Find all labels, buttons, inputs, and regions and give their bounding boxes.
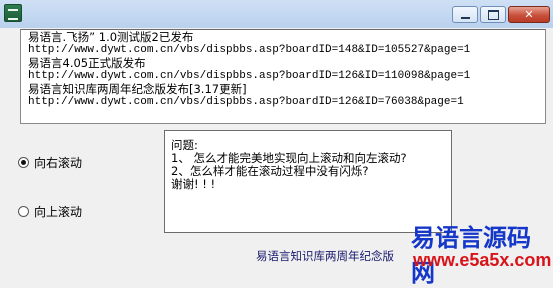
close-button[interactable]: ✕: [508, 6, 550, 23]
maximize-button[interactable]: [480, 6, 506, 23]
question-textbox[interactable]: 问题: 1、 怎么才能完美地实现向上滚动和向左滚动? 2、怎么样才能在滚动过程中…: [164, 130, 452, 233]
client-area: 易语言.飞扬” 1.0测试版2已发布 http://www.dywt.com.c…: [8, 29, 551, 287]
watermark-site-url: www.e5a5x.com: [413, 250, 552, 270]
radio-checked-icon: [18, 157, 29, 168]
scroll-right-radio[interactable]: 向右滚动: [18, 154, 82, 171]
title-bar[interactable]: ✕: [0, 0, 553, 28]
main-window: ✕ 易语言.飞扬” 1.0测试版2已发布 http://www.dywt.com…: [0, 0, 553, 287]
maximize-icon: [487, 9, 499, 20]
news-title-line: 易语言.飞扬” 1.0测试版2已发布: [28, 30, 194, 44]
close-icon: ✕: [524, 8, 534, 21]
scrolling-banner-text: 易语言知识库两周年纪念版: [256, 249, 394, 263]
scroll-up-radio[interactable]: 向上滚动: [18, 203, 82, 220]
minimize-icon: [460, 16, 470, 19]
news-url-line: http://www.dywt.com.cn/vbs/dispbbs.asp?b…: [28, 96, 464, 108]
news-text-panel[interactable]: 易语言.飞扬” 1.0测试版2已发布 http://www.dywt.com.c…: [20, 29, 546, 124]
news-title-line: 易语言4.05正式版发布: [28, 56, 146, 70]
minimize-button[interactable]: [452, 6, 478, 23]
app-icon: [4, 4, 22, 22]
question-line: 谢谢! ! !: [171, 177, 216, 191]
scroll-up-label: 向上滚动: [34, 205, 83, 219]
scroll-right-label: 向右滚动: [34, 156, 83, 170]
radio-unchecked-icon: [18, 206, 29, 217]
news-title-line: 易语言知识库两周年纪念版发布[3.17更新]: [28, 82, 247, 96]
